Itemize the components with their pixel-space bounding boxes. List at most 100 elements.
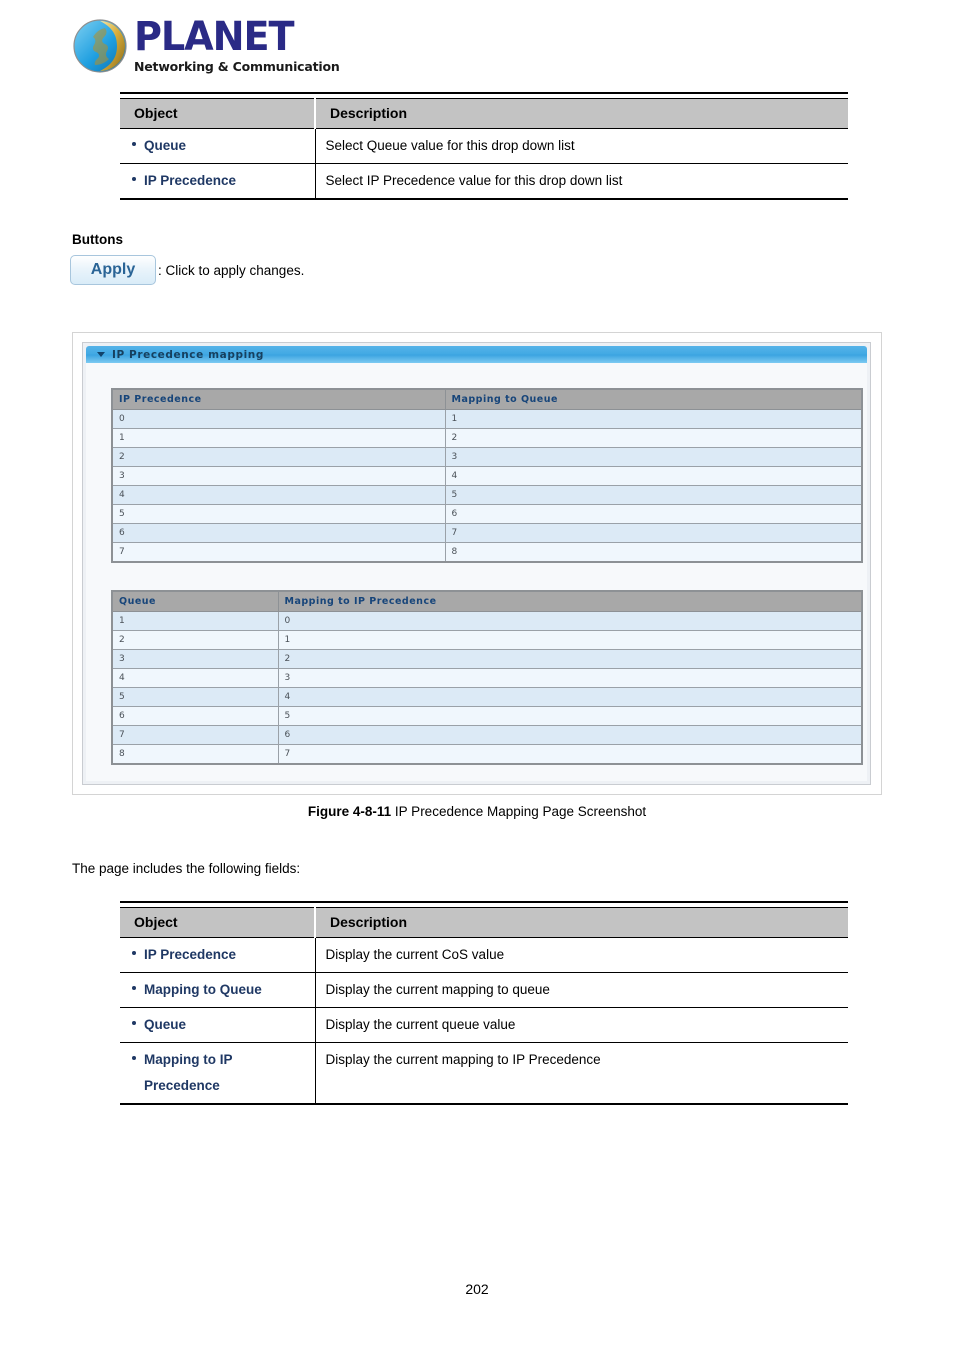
grid-row: 23 — [113, 447, 861, 467]
object-label: Mapping to IP — [144, 1052, 233, 1067]
grid-cell: 4 — [444, 466, 861, 486]
grid-column-header-mapping-to-ip-precedence: Mapping to IP Precedence — [277, 592, 861, 612]
grid-cell: 6 — [113, 706, 278, 726]
grid-header-row: Queue Mapping to IP Precedence — [113, 592, 861, 612]
object-cell: Mapping to Queue — [120, 972, 316, 1008]
description-cell: Display the current CoS value — [315, 937, 848, 973]
grid-cell: 6 — [277, 725, 861, 745]
grid-cell: 5 — [277, 706, 861, 726]
figure-caption: Figure 4-8-11 IP Precedence Mapping Page… — [0, 804, 954, 819]
grid-cell: 2 — [444, 428, 861, 448]
grid-row: 87 — [113, 744, 861, 763]
grid: Queue Mapping to IP Precedence 102132435… — [113, 592, 861, 763]
grid-cell: 3 — [444, 447, 861, 467]
object-description-table-top: Object Description Queue Select Queue va… — [120, 92, 848, 200]
bullet-icon — [132, 1021, 136, 1025]
grid-cell: 3 — [277, 668, 861, 688]
grid-row: 21 — [113, 630, 861, 650]
object-cell: Queue — [120, 1007, 316, 1043]
column-header-description: Description — [315, 98, 848, 129]
grid-body-2: 1021324354657687 — [113, 611, 861, 763]
bullet-icon — [132, 177, 136, 181]
grid-cell: 7 — [113, 725, 278, 745]
grid-cell: 1 — [113, 428, 445, 448]
grid-cell: 1 — [277, 630, 861, 650]
grid-row: 65 — [113, 706, 861, 726]
table-row: Queue Display the current queue value — [120, 1007, 848, 1043]
grid-cell: 7 — [277, 744, 861, 763]
column-header-description: Description — [315, 907, 848, 938]
grid-row: 32 — [113, 649, 861, 669]
brand-name: PLANET — [134, 14, 294, 60]
grid-column-header-queue: Queue — [113, 592, 278, 612]
grid-row: 12 — [113, 428, 861, 448]
grid-column-header-ip-precedence: IP Precedence — [113, 390, 445, 410]
grid-cell: 8 — [444, 542, 861, 561]
table-header-row: Object Description — [120, 98, 848, 129]
grid-body-1: 0112233445566778 — [113, 409, 861, 561]
table-row: Mapping to Queue Display the current map… — [120, 972, 848, 1008]
grid: IP Precedence Mapping to Queue 011223344… — [113, 390, 861, 561]
bullet-icon — [132, 1056, 136, 1060]
object-label: Mapping to Queue — [144, 982, 262, 997]
description-cell: Display the current queue value — [315, 1007, 848, 1043]
grid-cell: 4 — [113, 668, 278, 688]
object-description-table-bottom: Object Description IP Precedence Display… — [120, 901, 848, 1105]
grid-row: 34 — [113, 466, 861, 486]
grid-cell: 0 — [113, 409, 445, 429]
grid-row: 78 — [113, 542, 861, 561]
description-cell: Display the current mapping to IP Preced… — [315, 1042, 848, 1105]
grid-cell: 4 — [277, 687, 861, 707]
page-number: 202 — [465, 1281, 489, 1297]
grid-cell: 2 — [277, 649, 861, 669]
column-header-object: Object — [120, 98, 316, 129]
table-header-row: Object Description — [120, 907, 848, 938]
description-cell: Select IP Precedence value for this drop… — [315, 163, 848, 200]
description-cell: Select Queue value for this drop down li… — [315, 128, 848, 164]
grid-cell: 2 — [113, 447, 445, 467]
brand-tagline: Networking & Communication — [134, 59, 340, 74]
table-row: Mapping to IP Precedence Display the cur… — [120, 1042, 848, 1105]
grid-row: 43 — [113, 668, 861, 688]
figure-caption-text: IP Precedence Mapping Page Screenshot — [391, 804, 647, 819]
object-label: IP Precedence — [144, 173, 237, 188]
grid-row: 76 — [113, 725, 861, 745]
grid-cell: 3 — [113, 649, 278, 669]
object-label: Queue — [144, 1017, 187, 1032]
grid-cell: 6 — [113, 523, 445, 543]
grid-row: 45 — [113, 485, 861, 505]
intro-text: The page includes the following fields: — [72, 861, 301, 876]
panel-header-ip-precedence-mapping[interactable]: IP Precedence mapping — [86, 346, 867, 363]
grid-cell: 1 — [113, 611, 278, 631]
grid-cell: 8 — [113, 744, 278, 763]
grid-row: 67 — [113, 523, 861, 543]
object-label: Queue — [144, 138, 187, 153]
grid-cell: 5 — [113, 504, 445, 524]
apply-button[interactable]: Apply — [70, 255, 156, 285]
object-cell: Mapping to IP Precedence — [120, 1042, 316, 1105]
grid-cell: 1 — [444, 409, 861, 429]
figure-screenshot-frame: IP Precedence mapping IP Precedence Mapp… — [72, 332, 882, 795]
object-cell: IP Precedence — [120, 937, 316, 973]
grid-cell: 5 — [444, 485, 861, 505]
grid-cell: 7 — [444, 523, 861, 543]
grid-row: 54 — [113, 687, 861, 707]
table-row: Queue Select Queue value for this drop d… — [120, 128, 848, 164]
column-header-object: Object — [120, 907, 316, 938]
grid-cell: 5 — [113, 687, 278, 707]
ip-precedence-to-queue-table: IP Precedence Mapping to Queue 011223344… — [111, 388, 863, 563]
figure-caption-label: Figure 4-8-11 — [307, 804, 392, 819]
grid-cell: 3 — [113, 466, 445, 486]
bullet-icon — [132, 986, 136, 990]
bullet-icon — [132, 142, 136, 146]
grid-column-header-mapping-to-queue: Mapping to Queue — [444, 390, 861, 410]
planet-logo: PLANET Networking & Communication — [72, 16, 372, 78]
grid-row: 10 — [113, 611, 861, 631]
object-label: IP Precedence — [144, 947, 237, 962]
apply-button-caption: : Click to apply changes. — [158, 262, 305, 278]
collapse-caret-icon[interactable] — [97, 352, 105, 357]
grid-cell: 0 — [277, 611, 861, 631]
queue-to-ip-precedence-table: Queue Mapping to IP Precedence 102132435… — [111, 590, 863, 765]
description-cell: Display the current mapping to queue — [315, 972, 848, 1008]
grid-cell: 7 — [113, 542, 445, 561]
